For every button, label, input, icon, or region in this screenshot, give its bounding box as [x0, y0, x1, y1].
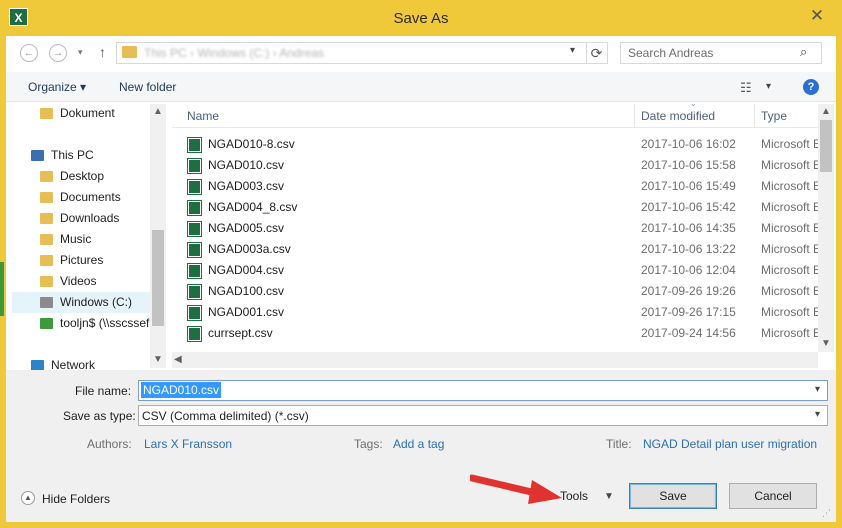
- background-strip: [0, 262, 4, 316]
- nav-item-pictures[interactable]: Pictures: [40, 250, 190, 271]
- file-name-field[interactable]: [138, 380, 828, 401]
- tags-label: Tags:: [354, 437, 383, 451]
- column-divider[interactable]: [754, 104, 755, 128]
- scroll-down-icon[interactable]: ▼: [153, 354, 163, 365]
- nav-item-dokument[interactable]: Dokument: [40, 103, 190, 124]
- excel-file-icon: [188, 306, 201, 320]
- folder-icon: [40, 108, 53, 119]
- nav-item-desktop[interactable]: Desktop: [40, 166, 190, 187]
- file-row[interactable]: NGAD004_8.csv 2017-10-06 15:42 Microsoft E…: [172, 197, 818, 218]
- chevron-down-icon[interactable]: ▾: [570, 45, 575, 56]
- nav-item-music[interactable]: Music: [40, 229, 190, 250]
- excel-file-icon: [188, 180, 201, 194]
- excel-file-icon: [188, 138, 201, 152]
- computer-icon: [31, 150, 44, 161]
- title-label: Title:: [606, 437, 632, 451]
- column-header-date[interactable]: Date modified: [641, 109, 715, 123]
- excel-file-icon: [188, 159, 201, 173]
- save-type-label: Save as type:: [63, 409, 136, 423]
- window-title: Save As: [393, 10, 449, 27]
- hide-folders-button[interactable]: Hide Folders: [42, 492, 110, 506]
- drive-icon: [40, 297, 53, 308]
- refresh-icon[interactable]: ⟳: [586, 43, 606, 63]
- nav-item-windows-c[interactable]: Windows (C:): [40, 292, 190, 313]
- search-placeholder: Search Andreas: [628, 46, 714, 60]
- scroll-up-icon[interactable]: ▲: [821, 106, 831, 117]
- nav-scrollbar-thumb[interactable]: [152, 230, 164, 326]
- excel-file-icon: [188, 243, 201, 257]
- authors-value[interactable]: Lars X Fransson: [144, 437, 232, 451]
- scroll-left-icon[interactable]: ◀: [174, 354, 182, 365]
- file-row[interactable]: NGAD004.csv2017-10-06 12:04Microsoft Exc…: [172, 260, 818, 281]
- chevron-down-icon[interactable]: ▼: [604, 491, 614, 502]
- excel-file-icon: [188, 222, 201, 236]
- column-header-type[interactable]: Type: [761, 109, 787, 123]
- folder-icon: [40, 192, 53, 203]
- folder-icon: [40, 213, 53, 224]
- file-row[interactable]: NGAD100.csv2017-09-26 19:26Microsoft Exc…: [172, 281, 818, 302]
- excel-file-icon: [188, 264, 201, 278]
- scroll-down-icon[interactable]: ▼: [821, 338, 831, 349]
- file-row[interactable]: currsept.csv2017-09-24 14:56Microsoft Ex…: [172, 323, 818, 344]
- chevron-down-icon[interactable]: ▾: [815, 384, 820, 395]
- file-row[interactable]: NGAD003a.csv2017-10-06 13:22Microsoft Ex…: [172, 239, 818, 260]
- cancel-button[interactable]: Cancel: [729, 483, 817, 509]
- back-icon[interactable]: ←: [20, 44, 38, 62]
- save-button[interactable]: Save: [629, 483, 717, 509]
- file-name-label: File name:: [75, 384, 132, 398]
- chevron-down-icon[interactable]: ▾: [766, 81, 771, 92]
- recent-dropdown-icon[interactable]: ▾: [78, 47, 83, 58]
- tools-button[interactable]: Tools: [560, 489, 588, 503]
- scroll-up-icon[interactable]: ▲: [153, 106, 163, 117]
- file-row[interactable]: NGAD010.csv2017-10-06 15:58Microsoft Exc…: [172, 155, 818, 176]
- forward-icon[interactable]: →: [49, 44, 67, 62]
- file-row[interactable]: NGAD003.csv2017-10-06 15:49Microsoft Exc…: [172, 176, 818, 197]
- search-icon[interactable]: ⌕: [800, 44, 807, 60]
- close-icon[interactable]: ✕: [800, 4, 834, 28]
- file-list-horizontal-scrollbar[interactable]: [172, 352, 818, 368]
- nav-item-network-drive[interactable]: tooljn$ (\\sscssef: [40, 313, 150, 334]
- folder-icon: [40, 255, 53, 266]
- authors-label: Authors:: [87, 437, 132, 451]
- excel-file-icon: [188, 327, 201, 341]
- tags-value[interactable]: Add a tag: [393, 437, 444, 451]
- excel-file-icon: [188, 201, 201, 215]
- address-path[interactable]: This PC › Windows (C:) › Andreas: [144, 46, 324, 60]
- save-type-value[interactable]: CSV (Comma delimited) (*.csv): [142, 409, 309, 423]
- column-header-name[interactable]: Name: [187, 109, 219, 123]
- annotation-arrow: [470, 474, 562, 504]
- help-icon[interactable]: ?: [803, 79, 819, 95]
- view-options-icon[interactable]: ☷: [740, 80, 752, 96]
- new-folder-button[interactable]: New folder: [119, 80, 176, 94]
- nav-item-documents[interactable]: Documents: [40, 187, 190, 208]
- nav-item-videos[interactable]: Videos: [40, 271, 190, 292]
- folder-icon: [40, 171, 53, 182]
- up-arrow-icon[interactable]: ↑: [99, 44, 106, 60]
- file-name-value[interactable]: NGAD010.csv: [141, 382, 222, 398]
- sort-indicator-icon: ⌄: [690, 99, 697, 108]
- resize-grip-icon[interactable]: ⋰: [822, 508, 831, 519]
- network-drive-icon: [40, 318, 53, 329]
- hide-folders-icon[interactable]: ▲: [21, 491, 35, 505]
- file-row[interactable]: NGAD001.csv2017-09-26 17:15Microsoft Exc…: [172, 302, 818, 323]
- nav-item-downloads[interactable]: Downloads: [40, 208, 190, 229]
- excel-file-icon: [188, 285, 201, 299]
- folder-icon: [40, 234, 53, 245]
- column-header-row: [172, 104, 818, 128]
- chevron-down-icon[interactable]: ▾: [815, 409, 820, 420]
- folder-icon: [122, 46, 137, 58]
- folder-icon: [40, 276, 53, 287]
- column-divider[interactable]: [634, 104, 635, 128]
- organize-button[interactable]: Organize ▾: [28, 80, 86, 94]
- file-row[interactable]: NGAD005.csv2017-10-06 14:35Microsoft Exc…: [172, 218, 818, 239]
- title-value[interactable]: NGAD Detail plan user migration: [643, 437, 817, 451]
- file-row[interactable]: NGAD010-8.csv 2017-10-06 16:02 Microsoft E…: [172, 134, 818, 155]
- file-list-scrollbar-thumb[interactable]: [820, 120, 832, 172]
